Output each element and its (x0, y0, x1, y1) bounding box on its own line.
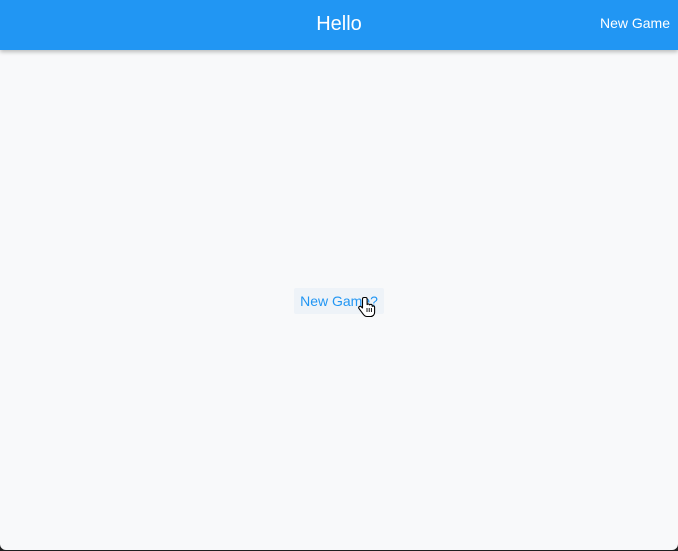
new-game-action-button[interactable]: New Game (600, 15, 670, 31)
app-title: Hello (316, 13, 362, 35)
app-window: Hello New Game New Game? (0, 0, 678, 550)
app-bar: Hello New Game (0, 0, 678, 50)
main-content: New Game? (0, 50, 678, 550)
new-game-button[interactable]: New Game? (294, 288, 384, 314)
